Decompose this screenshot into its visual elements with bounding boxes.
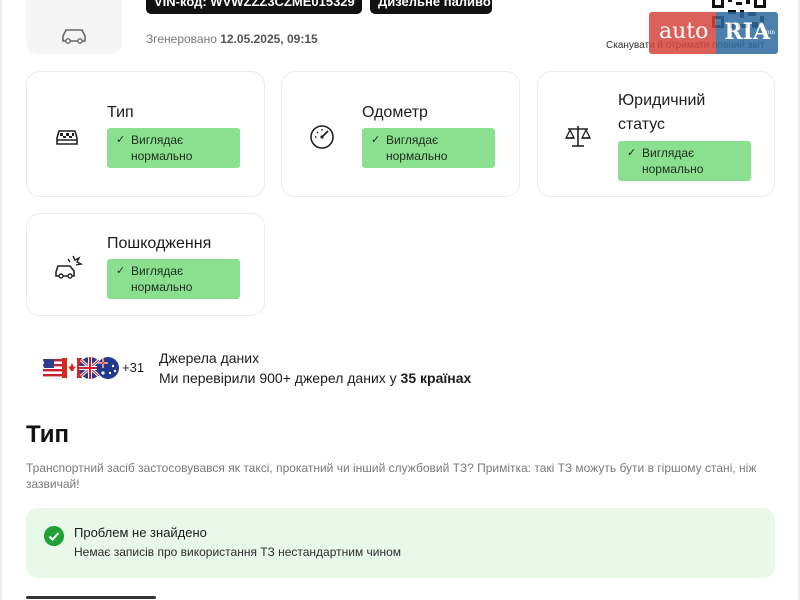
us-flag-icon xyxy=(42,356,66,380)
status-badge: ✓ Виглядає нормально xyxy=(362,128,495,168)
result-subtitle: Немає записів про використання ТЗ нестан… xyxy=(74,545,402,559)
result-title: Проблем не знайдено xyxy=(74,525,207,540)
card-title: Юридичний статус xyxy=(618,92,706,133)
check-icon: ✓ xyxy=(371,134,381,146)
data-sources-title: Джерела даних xyxy=(159,350,260,366)
car-icon xyxy=(62,29,86,44)
logo-domain: .com xyxy=(760,29,776,36)
logo-auto: auto xyxy=(649,12,717,54)
cropped-next-heading xyxy=(26,592,156,600)
autoria-logo: auto RIA .com xyxy=(649,12,788,54)
generated-label: Згенеровано xyxy=(146,32,217,46)
status-badge: ✓ Виглядає нормально xyxy=(107,259,240,299)
page-border-left xyxy=(0,0,2,600)
data-sources-countries: 35 країнах xyxy=(400,370,472,386)
vin-badge: VIN-код: WVWZZZ3CZME015329 xyxy=(146,0,362,14)
card-odometer[interactable]: Одометр ✓ Виглядає нормально xyxy=(281,71,520,197)
card-title: Одометр xyxy=(362,104,428,121)
logo-ria: RIA .com xyxy=(716,12,779,54)
card-type[interactable]: Тип ✓ Виглядає нормально xyxy=(26,71,265,197)
extra-countries-count: +31 xyxy=(122,360,145,375)
status-text: Виглядає нормально xyxy=(642,146,704,176)
generated-date: 12.05.2025, 09:15 xyxy=(220,32,318,46)
fuel-type-badge: Дизельне паливо xyxy=(370,0,492,14)
status-text: Виглядає нормально xyxy=(386,133,448,163)
section-title: Тип xyxy=(26,421,69,448)
data-sources-subtitle-text: Ми перевірили 900+ джерел даних у xyxy=(159,370,397,386)
result-card: Проблем не знайдено Немає записів про ви… xyxy=(26,508,775,578)
status-text: Виглядає нормально xyxy=(131,264,193,294)
card-legal-status[interactable]: Юридичний статус ✓ Виглядає нормально xyxy=(537,71,775,197)
generated-timestamp: Згенеровано 12.05.2025, 09:15 xyxy=(146,32,318,46)
vehicle-thumbnail xyxy=(26,0,122,54)
taxi-icon xyxy=(56,130,78,145)
car-crash-icon xyxy=(55,255,83,279)
check-icon: ✓ xyxy=(627,147,637,159)
status-text: Виглядає нормально xyxy=(131,133,193,163)
scales-icon xyxy=(564,126,592,147)
card-title: Тип xyxy=(107,104,134,121)
au-flag-icon xyxy=(97,357,119,379)
odometer-icon xyxy=(310,125,334,149)
check-icon: ✓ xyxy=(116,265,126,277)
country-flags xyxy=(42,356,119,380)
status-badge: ✓ Виглядає нормально xyxy=(107,128,240,168)
card-damage[interactable]: Пошкодження ✓ Виглядає нормально xyxy=(26,213,265,316)
data-sources-subtitle: Ми перевірили 900+ джерел даних у 35 кра… xyxy=(159,370,471,386)
section-description: Транспортний засіб застосовувався як так… xyxy=(26,461,757,491)
check-icon: ✓ xyxy=(116,134,126,146)
status-badge: ✓ Виглядає нормально xyxy=(618,141,751,181)
check-circle-icon xyxy=(44,526,64,546)
card-title: Пошкодження xyxy=(107,235,212,252)
